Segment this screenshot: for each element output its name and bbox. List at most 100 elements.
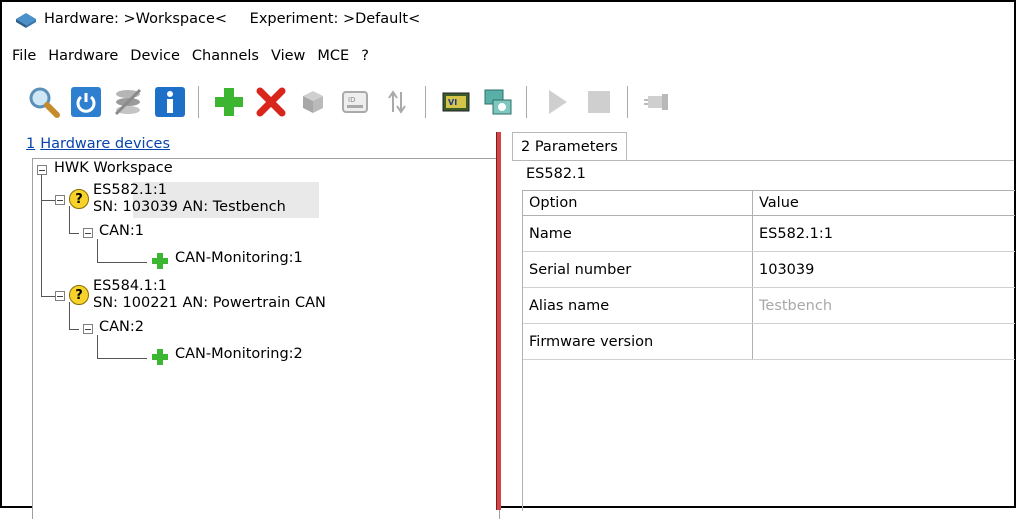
chip-icon: VI xyxy=(442,92,470,112)
chip-button[interactable]: VI xyxy=(438,84,474,120)
menu-channels[interactable]: Channels xyxy=(186,48,265,64)
tab-parameters[interactable]: 2 Parameters xyxy=(512,132,627,161)
tree-node-monitor[interactable]: CAN-Monitoring:1 xyxy=(151,250,303,270)
collapse-toggle[interactable] xyxy=(55,291,65,301)
plug-button[interactable] xyxy=(640,84,676,120)
column-header-value[interactable]: Value xyxy=(753,191,1015,215)
device-detail: SN: 103039 AN: Testbench xyxy=(93,199,286,215)
application-window: Hardware: >Workspace< Experiment: >Defau… xyxy=(0,0,1016,519)
tab-strip xyxy=(512,160,1014,161)
tree-node-root[interactable]: HWK Workspace xyxy=(37,160,173,176)
disconnect-button[interactable] xyxy=(110,84,146,120)
id-icon: ID xyxy=(342,91,368,113)
collapse-toggle[interactable] xyxy=(83,228,93,238)
toolbar-separator xyxy=(198,86,199,118)
add-icon xyxy=(215,88,243,116)
app-logo-icon xyxy=(16,13,36,28)
table-header: Option Value xyxy=(523,191,1015,216)
menu-help[interactable]: ? xyxy=(355,48,375,64)
window-title: Hardware: >Workspace< Experiment: >Defau… xyxy=(44,11,438,27)
device-name: ES584.1:1 xyxy=(93,278,167,294)
table-row[interactable]: Firmware version xyxy=(523,324,1015,360)
network-button[interactable] xyxy=(480,84,516,120)
disconnect-icon xyxy=(114,88,142,116)
parameters-table: Option Value Name ES582.1:1 Serial numbe… xyxy=(522,190,1015,511)
table-row[interactable]: Alias name Testbench xyxy=(523,288,1015,324)
tree-node-monitor[interactable]: CAN-Monitoring:2 xyxy=(151,346,303,366)
svg-text:ID: ID xyxy=(348,96,355,104)
selected-device-label: ES582.1 xyxy=(526,166,586,182)
sort-button[interactable] xyxy=(379,84,415,120)
tree-line xyxy=(97,239,98,262)
network-icon xyxy=(484,89,512,115)
add-button[interactable] xyxy=(211,84,247,120)
play-icon xyxy=(549,90,567,114)
device-detail: SN: 100221 AN: Powertrain CAN xyxy=(93,295,326,311)
monitor-label: CAN-Monitoring:1 xyxy=(175,250,303,266)
menu-file[interactable]: File xyxy=(2,48,42,64)
panel-number[interactable]: 1 xyxy=(26,136,35,152)
table-row[interactable]: Serial number 103039 xyxy=(523,252,1015,288)
power-button[interactable] xyxy=(68,84,104,120)
experiment-title: Experiment: >Default< xyxy=(249,11,421,27)
hardware-devices-panel: 1 Hardware devices HWK Workspace ? ES582… xyxy=(26,132,500,519)
delete-button[interactable] xyxy=(253,84,289,120)
stop-button[interactable] xyxy=(581,84,617,120)
toolbar-separator xyxy=(526,86,527,118)
value-cell[interactable]: Testbench xyxy=(753,288,1015,323)
tree-node-device[interactable]: ? ES582.1:1 SN: 103039 AN: Testbench xyxy=(55,182,286,216)
collapse-toggle[interactable] xyxy=(55,195,65,205)
cube-button[interactable] xyxy=(295,84,331,120)
tree-line xyxy=(69,233,79,234)
tree-line xyxy=(97,262,147,263)
option-cell: Firmware version xyxy=(523,324,753,359)
toolbar: ID VI xyxy=(2,80,1014,124)
panel-title[interactable]: Hardware devices xyxy=(40,136,170,152)
tree-line xyxy=(41,200,55,201)
tree-line xyxy=(69,329,79,330)
cube-icon xyxy=(303,91,323,113)
menu-device[interactable]: Device xyxy=(124,48,186,64)
option-cell: Serial number xyxy=(523,252,753,287)
device-name: ES582.1:1 xyxy=(93,182,167,198)
search-button[interactable] xyxy=(26,84,62,120)
id-button[interactable]: ID xyxy=(337,84,373,120)
tree-node-channel[interactable]: CAN:1 xyxy=(83,223,144,239)
hardware-title: Hardware: >Workspace< xyxy=(44,11,228,27)
title-bar: Hardware: >Workspace< Experiment: >Defau… xyxy=(2,2,1014,36)
warning-icon: ? xyxy=(69,189,89,209)
value-cell[interactable] xyxy=(753,324,1015,359)
hardware-devices-header[interactable]: 1 Hardware devices xyxy=(26,132,170,156)
tree-line xyxy=(41,173,42,297)
menu-bar: File Hardware Device Channels View MCE ? xyxy=(2,44,375,68)
collapse-toggle[interactable] xyxy=(37,165,47,175)
menu-mce[interactable]: MCE xyxy=(311,48,355,64)
tree-node-channel[interactable]: CAN:2 xyxy=(83,319,144,335)
tree-node-device[interactable]: ? ES584.1:1 SN: 100221 AN: Powertrain CA… xyxy=(55,278,326,312)
table-row[interactable]: Name ES582.1:1 xyxy=(523,216,1015,252)
warning-icon: ? xyxy=(69,285,89,305)
collapse-toggle[interactable] xyxy=(83,324,93,334)
stop-icon xyxy=(588,91,610,113)
tree-line xyxy=(97,358,147,359)
search-icon xyxy=(29,87,60,118)
panel-splitter[interactable] xyxy=(496,132,501,510)
root-label: HWK Workspace xyxy=(54,160,173,176)
monitor-label: CAN-Monitoring:2 xyxy=(175,346,303,362)
info-button[interactable] xyxy=(152,84,188,120)
plug-icon xyxy=(644,94,668,110)
play-button[interactable] xyxy=(539,84,575,120)
tree-line xyxy=(97,335,98,358)
menu-hardware[interactable]: Hardware xyxy=(42,48,124,64)
value-cell[interactable]: ES582.1:1 xyxy=(753,216,1015,251)
channel-label: CAN:2 xyxy=(99,319,145,335)
svg-text:VI: VI xyxy=(448,98,457,107)
toolbar-separator xyxy=(425,86,426,118)
power-icon xyxy=(71,87,101,117)
option-cell: Alias name xyxy=(523,288,753,323)
channel-label: CAN:1 xyxy=(99,223,145,239)
value-cell[interactable]: 103039 xyxy=(753,252,1015,287)
menu-view[interactable]: View xyxy=(265,48,311,64)
column-header-option[interactable]: Option xyxy=(523,191,753,215)
info-icon xyxy=(155,87,185,117)
